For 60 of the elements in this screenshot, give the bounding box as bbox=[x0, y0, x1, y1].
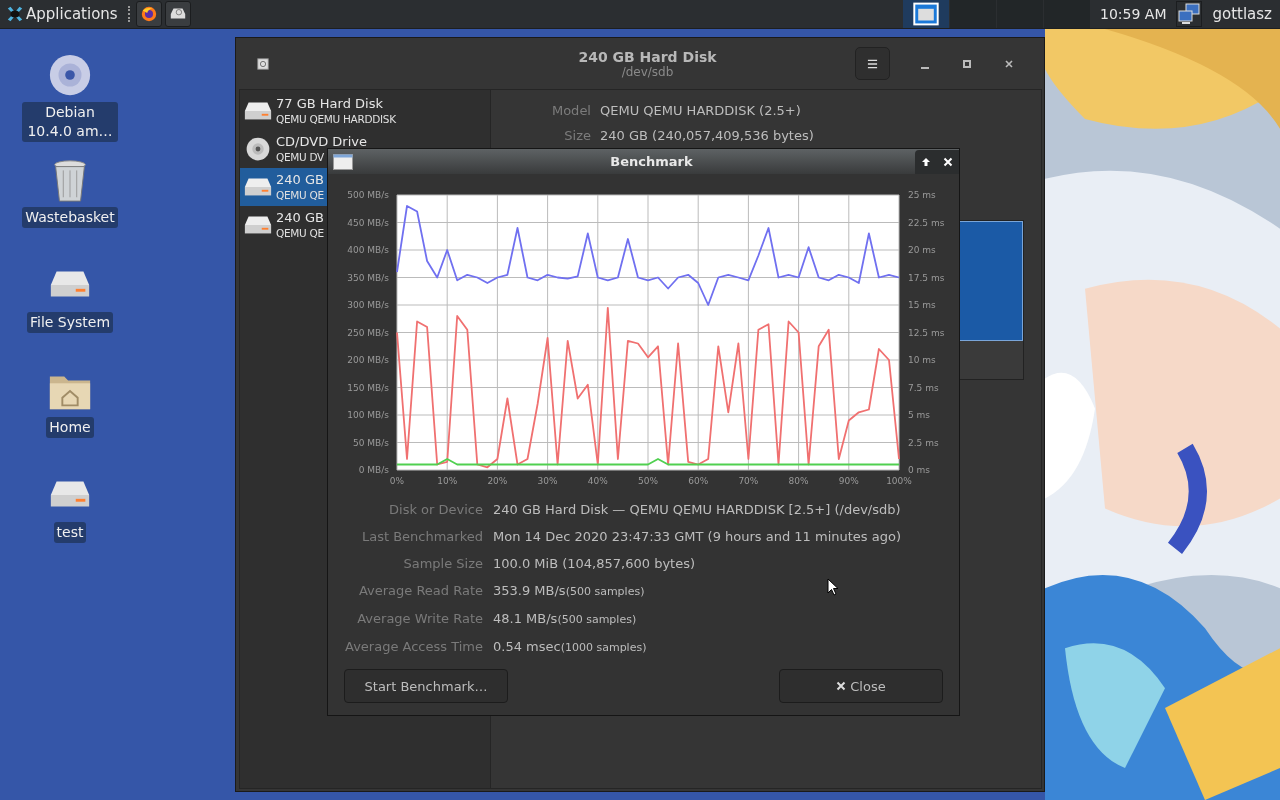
info-value: 100.0 MiB (104,857,600 bytes) bbox=[493, 555, 696, 573]
axis-tick-label: 0 MB/s bbox=[358, 465, 389, 475]
info-label: Average Read Rate bbox=[357, 582, 483, 600]
info-value: Mon 14 Dec 2020 23:47:33 GMT (9 hours and 11 minutes ago) bbox=[493, 528, 902, 546]
device-model: QEMU QE bbox=[276, 226, 324, 240]
info-label: Sample Size bbox=[402, 555, 483, 573]
axis-tick-label: 10 ms bbox=[908, 355, 936, 365]
info-label: Disk or Device bbox=[388, 501, 483, 519]
detail-label: Model bbox=[550, 103, 591, 118]
axis-tick-label: 50% bbox=[638, 476, 658, 486]
axis-tick-label: 100 MB/s bbox=[347, 410, 389, 420]
axis-tick-label: 350 MB/s bbox=[347, 272, 389, 283]
axis-tick-label: 50 MB/s bbox=[353, 437, 389, 448]
axis-tick-label: 80% bbox=[788, 476, 809, 486]
info-value: 353.9 MB/s(500 samples) bbox=[493, 582, 645, 600]
info-value: 240 GB Hard Disk — QEMU QEMU HARDDISK [2.5+] (/dev/sdb) bbox=[493, 501, 901, 519]
axis-tick-label: 500 MB/s bbox=[347, 190, 389, 200]
axis-tick-label: 200 MB/s bbox=[347, 355, 389, 365]
axis-tick-label: 10% bbox=[437, 476, 458, 486]
axis-tick-label: 70% bbox=[738, 476, 759, 486]
device-model: QEMU QE bbox=[276, 188, 324, 202]
axis-tick-label: 15 ms bbox=[908, 300, 936, 310]
device-name: 240 GB bbox=[276, 210, 324, 226]
axis-tick-label: 5 ms bbox=[908, 410, 931, 420]
axis-tick-label: 20% bbox=[487, 476, 508, 486]
device-name: CD/DVD Drive bbox=[276, 134, 367, 150]
axis-tick-label: 0 ms bbox=[908, 465, 931, 475]
info-value: 48.1 MB/s(500 samples) bbox=[493, 610, 637, 628]
axis-tick-label: 100% bbox=[886, 476, 912, 486]
axis-tick-label: 60% bbox=[688, 476, 709, 486]
axis-tick-label: 250 MB/s bbox=[347, 327, 389, 338]
axis-tick-label: 40% bbox=[587, 476, 608, 486]
axis-tick-label: 90% bbox=[838, 476, 859, 486]
dialog-title: Benchmark bbox=[609, 154, 694, 169]
window-subtitle: /dev/sdb bbox=[621, 64, 674, 79]
device-model: QEMU DV bbox=[276, 150, 324, 164]
info-label: Average Access Time bbox=[344, 638, 483, 656]
info-label: Average Write Rate bbox=[356, 610, 483, 628]
axis-tick-label: 450 MB/s bbox=[347, 217, 389, 228]
axis-tick-label: 12.5 ms bbox=[908, 327, 945, 338]
detail-value: 240 GB (240,057,409,536 bytes) bbox=[600, 128, 814, 143]
info-label: Last Benchmarked bbox=[360, 528, 483, 546]
device-model: QEMU QEMU HARDDISK bbox=[276, 112, 396, 126]
axis-tick-label: 30% bbox=[537, 476, 558, 486]
axis-tick-label: 25 ms bbox=[908, 190, 936, 200]
info-value: 0.54 msec(1000 samples) bbox=[493, 638, 647, 656]
axis-tick-label: 150 MB/s bbox=[347, 382, 389, 393]
axis-tick-label: 400 MB/s bbox=[347, 245, 389, 255]
axis-tick-label: 2.5 ms bbox=[908, 437, 939, 448]
device-name: 77 GB Hard Disk bbox=[276, 96, 383, 112]
detail-label: Size bbox=[563, 128, 591, 143]
axis-tick-label: 300 MB/s bbox=[347, 300, 389, 310]
axis-tick-label: 20 ms bbox=[908, 245, 936, 255]
detail-value: QEMU QEMU HARDDISK (2.5+) bbox=[600, 103, 801, 118]
axis-tick-label: 17.5 ms bbox=[908, 272, 945, 283]
axis-tick-label: 22.5 ms bbox=[908, 217, 945, 228]
axis-tick-label: 7.5 ms bbox=[908, 382, 939, 393]
window-title: 240 GB Hard Disk bbox=[578, 48, 717, 65]
device-name: 240 GB bbox=[276, 172, 324, 188]
axis-tick-label: 0% bbox=[389, 476, 405, 486]
